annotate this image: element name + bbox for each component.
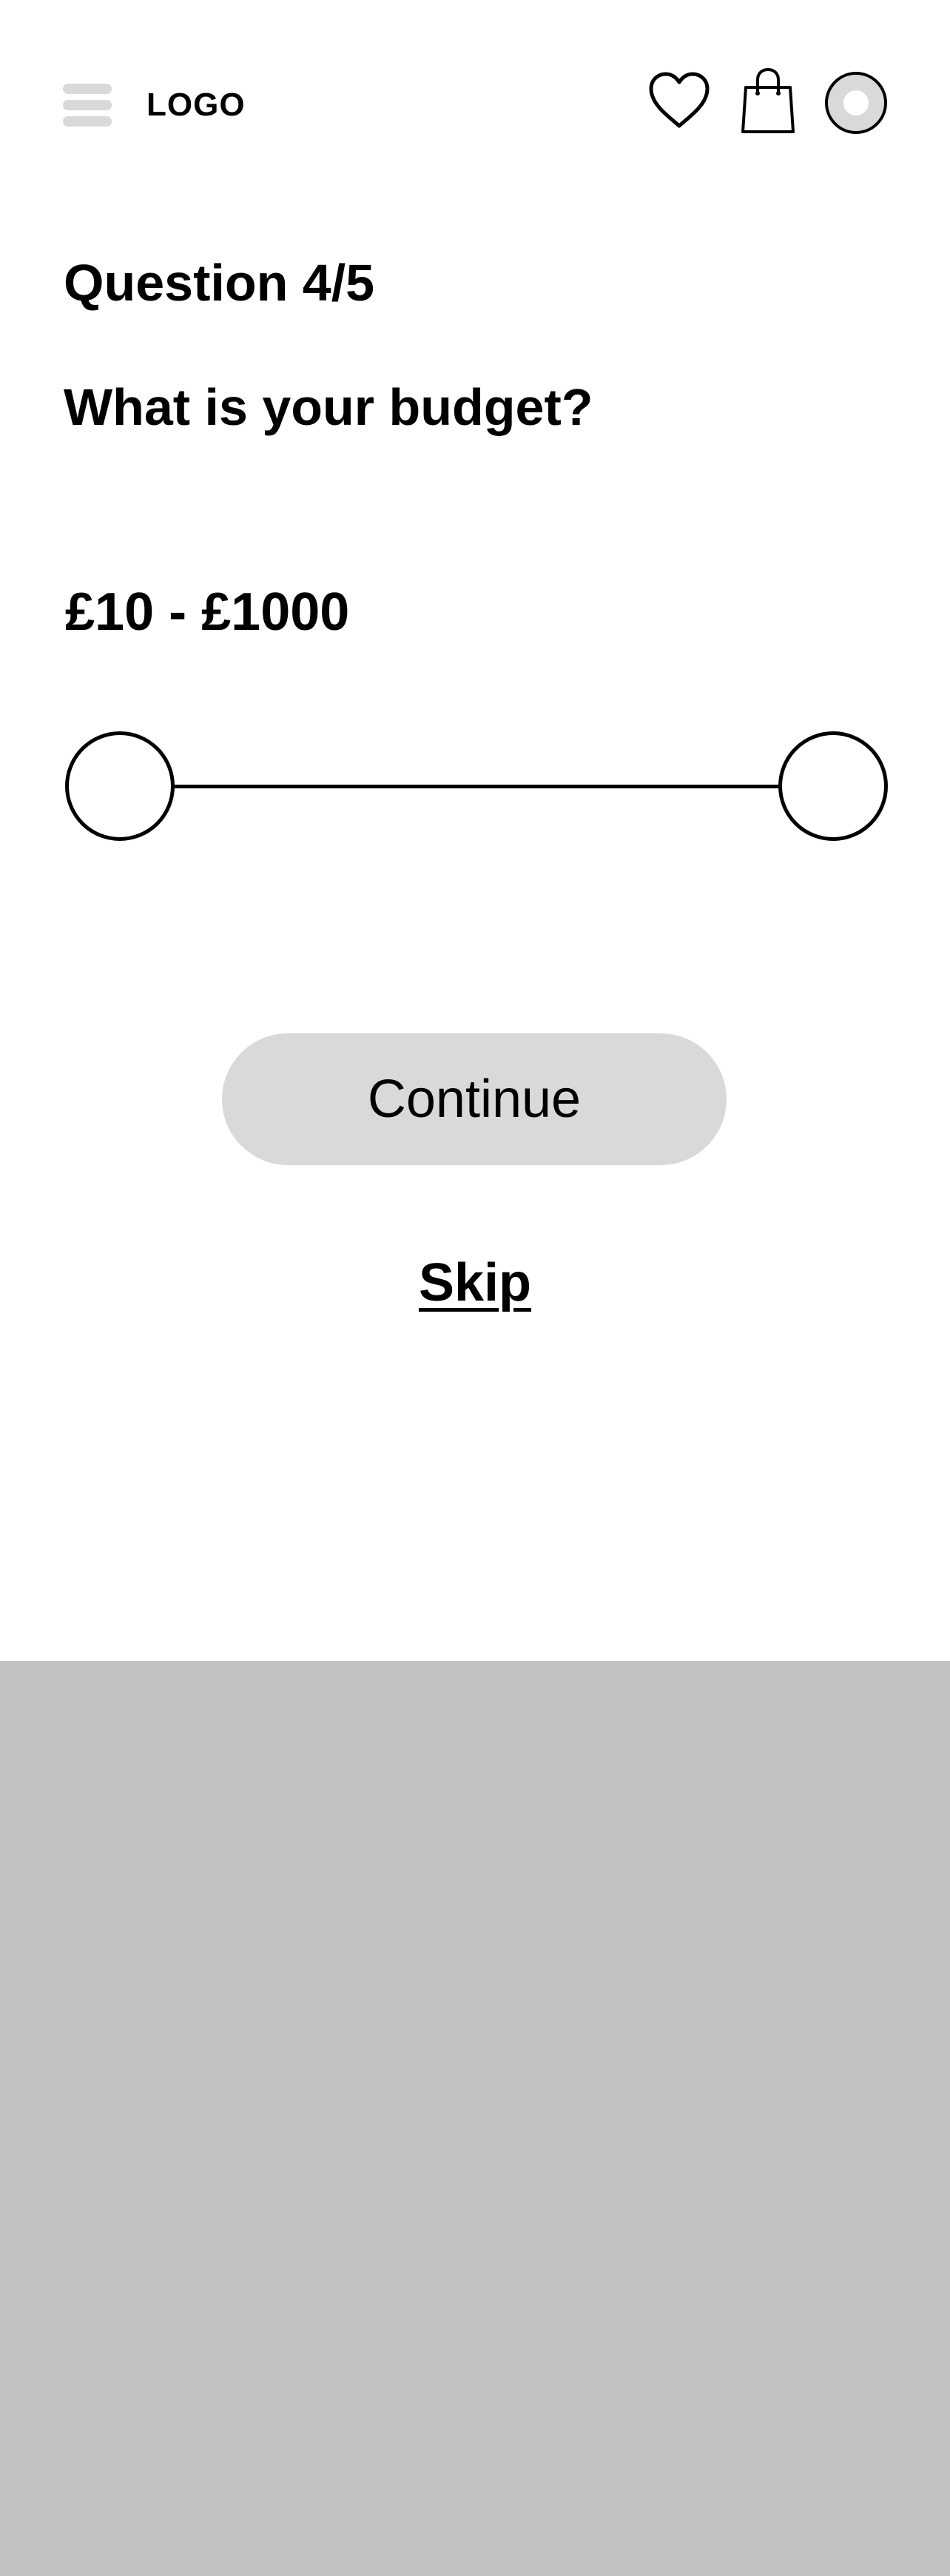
continue-button[interactable]: Continue [222, 1033, 727, 1165]
skip-link[interactable]: Skip [419, 1253, 531, 1312]
question-title: What is your budget? [64, 378, 593, 436]
slider-max-handle[interactable] [778, 731, 888, 841]
budget-range-value: £10 - £1000 [65, 583, 350, 642]
avatar[interactable] [824, 71, 888, 135]
slider-track[interactable] [173, 785, 780, 788]
budget-range-slider[interactable] [65, 731, 888, 841]
question-step-label: Question 4/5 [64, 254, 375, 312]
budget-question-screen: LOGO Question 4/5 What is your budget? £… [0, 0, 950, 2576]
skip-link-container: Skip [0, 1251, 950, 1315]
hamburger-menu-icon[interactable] [63, 84, 112, 127]
slider-min-handle[interactable] [65, 731, 175, 841]
logo[interactable]: LOGO [146, 86, 246, 124]
heart-icon[interactable] [648, 71, 710, 130]
shopping-bag-icon[interactable] [740, 67, 796, 135]
bottom-placeholder-panel [0, 1661, 950, 2576]
